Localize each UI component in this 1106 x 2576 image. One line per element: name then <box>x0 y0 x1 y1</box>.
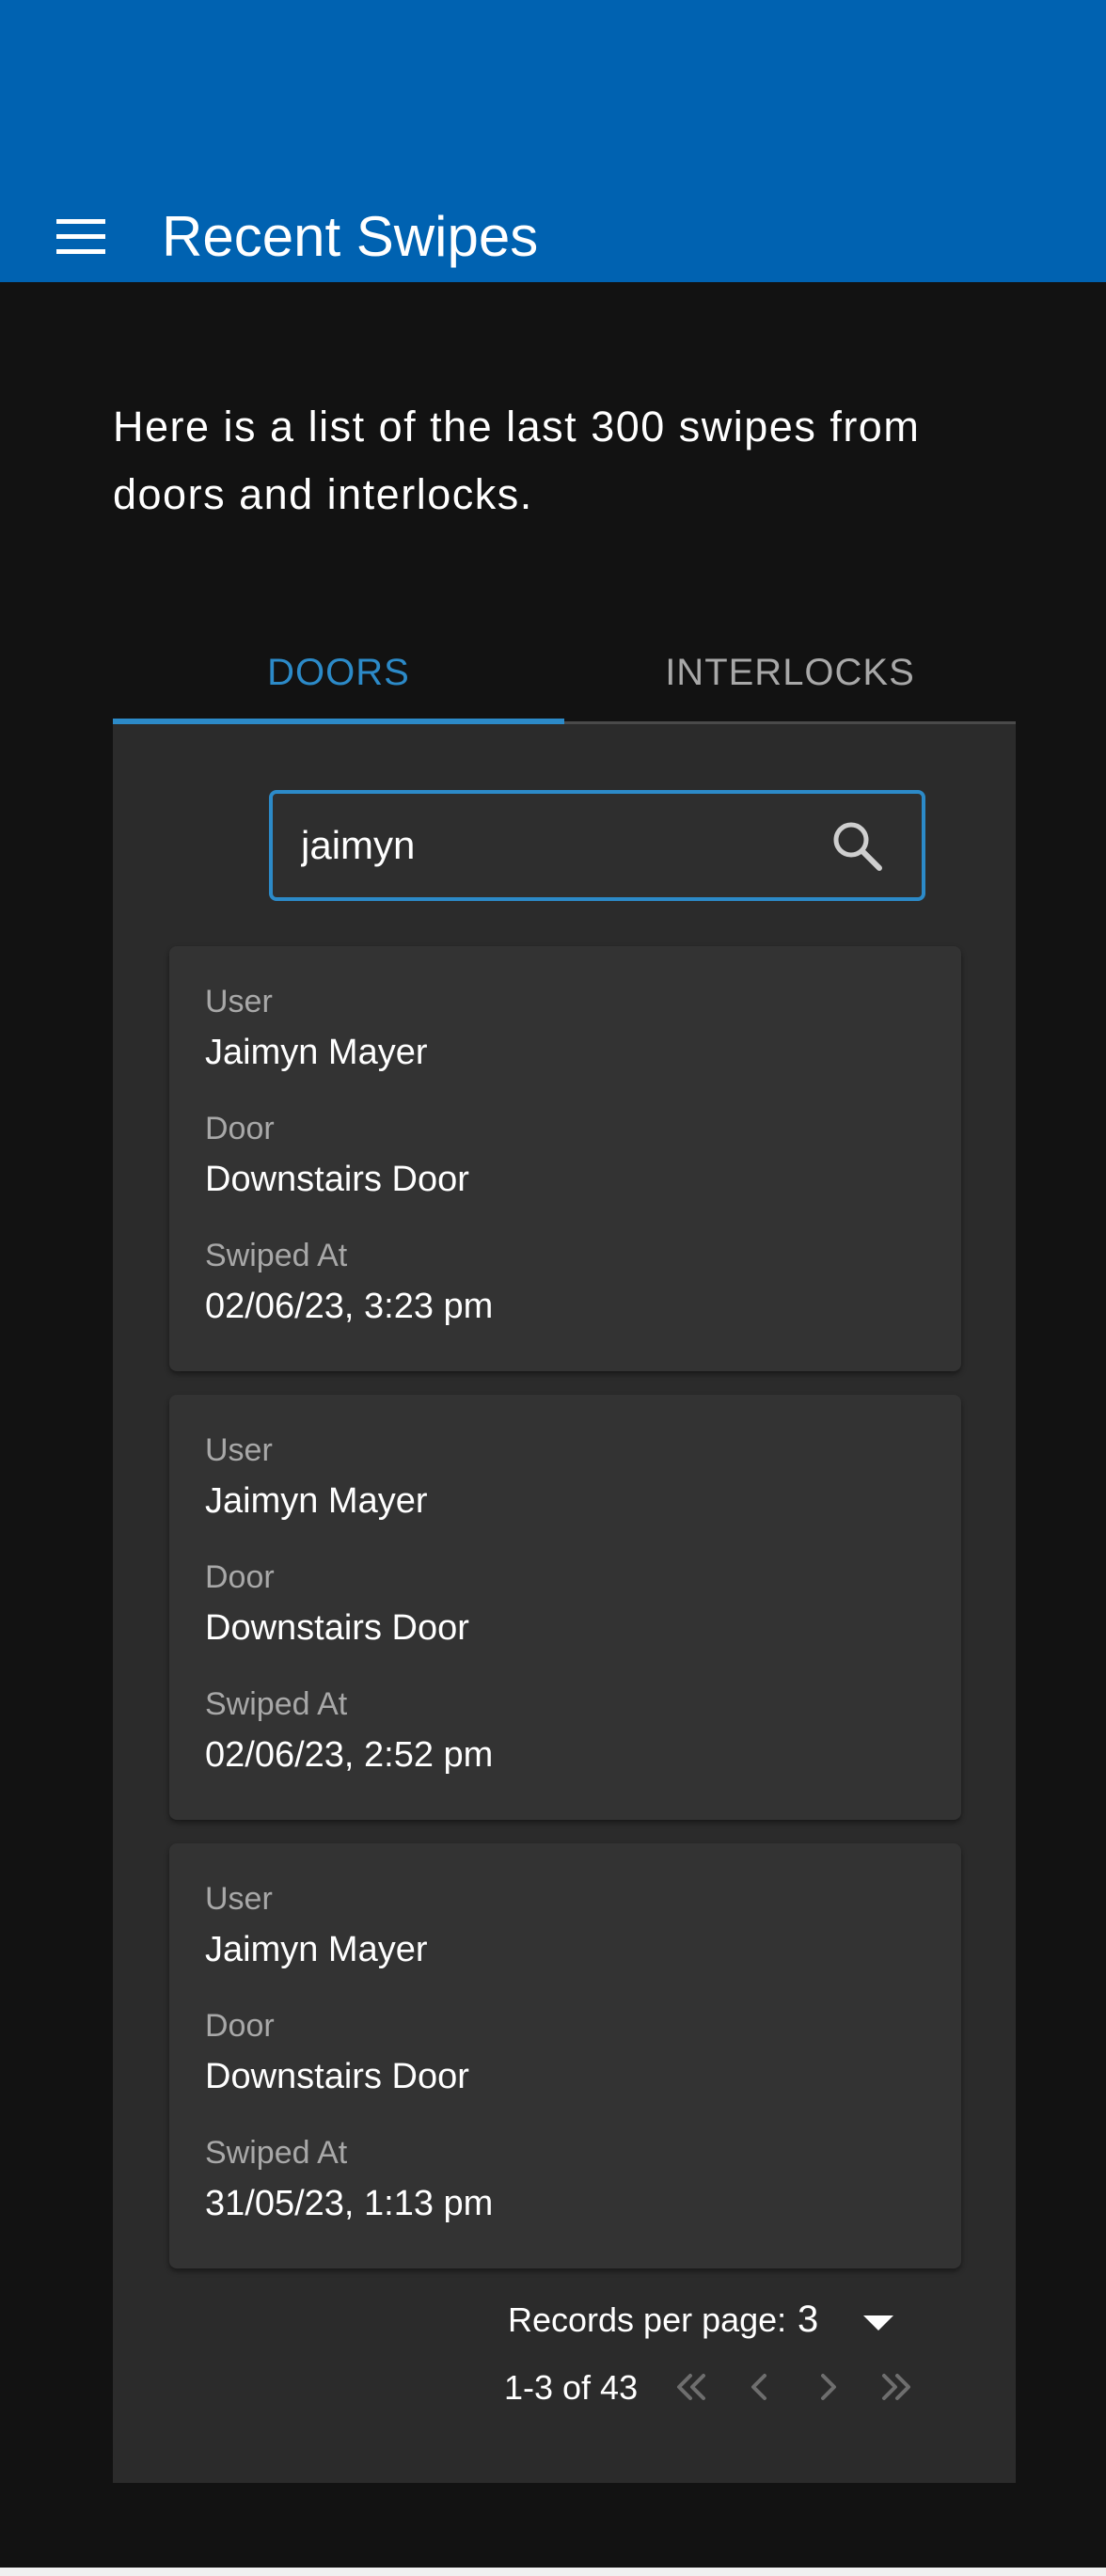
user-value: Jaimyn Mayer <box>205 1930 428 1969</box>
swiped-at-label: Swiped At <box>205 1238 348 1273</box>
app-bar: Recent Swipes <box>0 0 1106 282</box>
intro-text: Here is a list of the last 300 swipes fr… <box>113 403 921 518</box>
swipe-card: User Jaimyn Mayer Door Downstairs Door S… <box>169 946 961 1371</box>
dropdown-caret-icon <box>863 2315 893 2331</box>
first-page-icon <box>677 2374 705 2400</box>
tab-bar: DOORS INTERLOCKS <box>113 624 1016 724</box>
swiped-at-label: Swiped At <box>205 2135 348 2171</box>
records-per-page-select[interactable]: 3 <box>798 2295 920 2347</box>
door-value: Downstairs Door <box>205 1608 469 1648</box>
last-page-icon <box>882 2374 910 2400</box>
records-per-page-value: 3 <box>798 2299 819 2340</box>
previous-page-button[interactable] <box>732 2359 788 2415</box>
page-title: Recent Swipes <box>162 205 539 268</box>
user-label: User <box>205 1432 273 1468</box>
swiped-at-value: 02/06/23, 3:23 pm <box>205 1287 494 1326</box>
search-input[interactable] <box>301 794 790 897</box>
page-range: 1-3 of 43 <box>504 2368 639 2407</box>
door-value: Downstairs Door <box>205 1160 469 1199</box>
user-value: Jaimyn Mayer <box>205 1481 428 1521</box>
records-per-page-label: Records per page: <box>508 2300 787 2339</box>
door-value: Downstairs Door <box>205 2057 469 2096</box>
swipe-card: User Jaimyn Mayer Door Downstairs Door S… <box>169 1843 961 2268</box>
bottom-edge <box>0 2568 1106 2576</box>
swiped-at-label: Swiped At <box>205 1686 348 1722</box>
chevron-right-icon <box>821 2374 836 2400</box>
door-label: Door <box>205 2008 275 2044</box>
swipe-card: User Jaimyn Mayer Door Downstairs Door S… <box>169 1395 961 1820</box>
user-label: User <box>205 1881 273 1917</box>
search-field <box>269 790 925 901</box>
tab-interlocks[interactable]: INTERLOCKS <box>564 624 1016 721</box>
first-page-button[interactable] <box>664 2359 720 2415</box>
swiped-at-value: 02/06/23, 2:52 pm <box>205 1735 494 1775</box>
swipes-panel: User Jaimyn Mayer Door Downstairs Door S… <box>113 724 1016 2483</box>
chevron-left-icon <box>751 2374 766 2400</box>
tab-doors[interactable]: DOORS <box>113 624 564 724</box>
search-icon[interactable] <box>830 818 884 873</box>
swiped-at-value: 31/05/23, 1:13 pm <box>205 2184 494 2223</box>
user-label: User <box>205 984 273 1019</box>
next-page-button[interactable] <box>799 2359 856 2415</box>
door-label: Door <box>205 1559 275 1595</box>
last-page-button[interactable] <box>867 2359 924 2415</box>
door-label: Door <box>205 1111 275 1146</box>
user-value: Jaimyn Mayer <box>205 1033 428 1072</box>
menu-icon <box>56 219 105 254</box>
menu-button[interactable] <box>40 203 122 271</box>
